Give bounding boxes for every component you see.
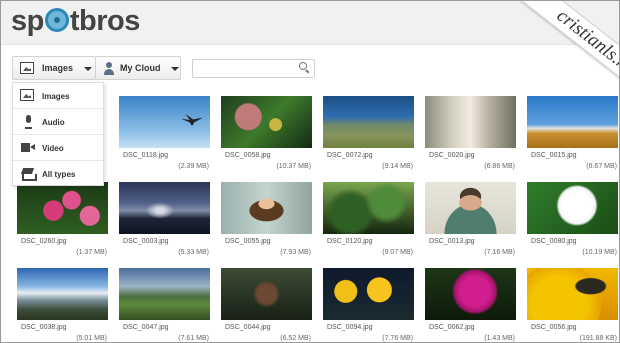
file-name[interactable]: DSC_0062.jpg: [429, 324, 475, 331]
file-name[interactable]: DSC_0044.jpg: [225, 324, 271, 331]
file-thumbnail[interactable]: [527, 268, 618, 320]
chevron-down-icon: [84, 67, 92, 71]
file-thumbnail[interactable]: [221, 96, 312, 148]
file-size: (7.61 MB): [178, 335, 209, 342]
search-icon[interactable]: [299, 62, 309, 72]
bird-silhouette: [181, 114, 203, 126]
file-name[interactable]: DSC_0058.jpg: [225, 152, 271, 159]
file-name[interactable]: DSC_0003.jpg: [123, 238, 169, 245]
cloud-label: My Cloud: [120, 63, 161, 73]
file-size: (9.14 MB): [382, 163, 413, 170]
menu-item-all-types[interactable]: All types: [13, 161, 103, 187]
file-thumbnail[interactable]: [17, 182, 108, 234]
menu-item-images[interactable]: Images: [13, 83, 103, 109]
file-size: (7.93 MB): [280, 249, 311, 256]
stack-icon: [21, 167, 37, 181]
file-name[interactable]: DSC_0015.jpg: [531, 152, 577, 159]
file-name[interactable]: DSC_0094.jpg: [327, 324, 373, 331]
file-name[interactable]: DSC_0013.jpg: [429, 238, 475, 245]
search-input[interactable]: [192, 59, 315, 78]
file-size: (7.76 MB): [382, 335, 413, 342]
image-icon: [20, 62, 34, 74]
app-window: sp tbros Images My Cloud DSC_0118.jpg (2.3…: [0, 0, 620, 343]
file-size: (10.37 MB): [276, 163, 311, 170]
file-name[interactable]: DSC_0020.jpg: [429, 152, 475, 159]
video-camera-icon: [21, 141, 35, 154]
file-size: (2.39 MB): [178, 163, 209, 170]
file-thumbnail[interactable]: [17, 268, 108, 320]
file-thumbnail[interactable]: [323, 268, 414, 320]
file-name[interactable]: DSC_0260.jpg: [21, 238, 67, 245]
logo-text-end: tbros: [69, 5, 141, 37]
file-thumbnail[interactable]: [323, 96, 414, 148]
file-thumbnail[interactable]: [425, 268, 516, 320]
menu-item-label: Audio: [42, 118, 65, 127]
spotbros-logo[interactable]: sp tbros: [11, 5, 140, 38]
cloud-dropdown[interactable]: My Cloud: [95, 56, 181, 80]
header-bar: sp tbros: [1, 1, 619, 45]
file-size: (1.37 MB): [76, 249, 107, 256]
menu-item-label: Video: [42, 144, 64, 153]
file-size: (1.43 MB): [484, 335, 515, 342]
file-size: (9.07 MB): [382, 249, 413, 256]
file-size: (6.52 MB): [280, 335, 311, 342]
image-icon: [20, 89, 34, 101]
file-name[interactable]: DSC_0038.jpg: [21, 324, 67, 331]
logo-text-start: sp: [11, 5, 44, 37]
file-thumbnail[interactable]: [527, 182, 618, 234]
file-name[interactable]: DSC_0056.jpg: [531, 324, 577, 331]
file-thumbnail[interactable]: [221, 268, 312, 320]
file-thumbnail[interactable]: [425, 96, 516, 148]
file-size: (5.33 MB): [178, 249, 209, 256]
file-size: (191.88 KB): [579, 335, 617, 342]
file-name[interactable]: DSC_0120.jpg: [327, 238, 373, 245]
file-size: (6.86 MB): [484, 163, 515, 170]
file-thumbnail[interactable]: [323, 182, 414, 234]
file-thumbnail[interactable]: [119, 96, 210, 148]
menu-item-label: Images: [42, 92, 70, 101]
menu-item-audio[interactable]: Audio: [13, 109, 103, 135]
file-size: (6.67 MB): [586, 163, 617, 170]
user-icon: [104, 62, 114, 76]
toolbar: Images My Cloud: [1, 56, 619, 82]
file-type-dropdown[interactable]: Images: [12, 56, 96, 80]
chevron-down-icon: [171, 67, 179, 71]
file-thumbnail[interactable]: [119, 182, 210, 234]
file-name[interactable]: DSC_0080.jpg: [531, 238, 577, 245]
file-thumbnail[interactable]: [119, 268, 210, 320]
file-name[interactable]: DSC_0047.jpg: [123, 324, 169, 331]
file-name[interactable]: DSC_0072.jpg: [327, 152, 373, 159]
file-thumbnail[interactable]: [425, 182, 516, 234]
file-size: (7.16 MB): [484, 249, 515, 256]
menu-item-video[interactable]: Video: [13, 135, 103, 161]
file-size: (10.19 MB): [582, 249, 617, 256]
file-thumbnail[interactable]: [221, 182, 312, 234]
file-size: (5.01 MB): [76, 335, 107, 342]
file-name[interactable]: DSC_0118.jpg: [123, 152, 168, 159]
file-type-label: Images: [42, 63, 74, 73]
file-thumbnail[interactable]: [527, 96, 618, 148]
microphone-icon: [21, 115, 35, 129]
menu-item-label: All types: [42, 170, 76, 179]
file-type-menu: Images Audio Video All types: [12, 82, 104, 186]
logo-eye-icon: [44, 8, 69, 32]
file-name[interactable]: DSC_0055.jpg: [225, 238, 271, 245]
